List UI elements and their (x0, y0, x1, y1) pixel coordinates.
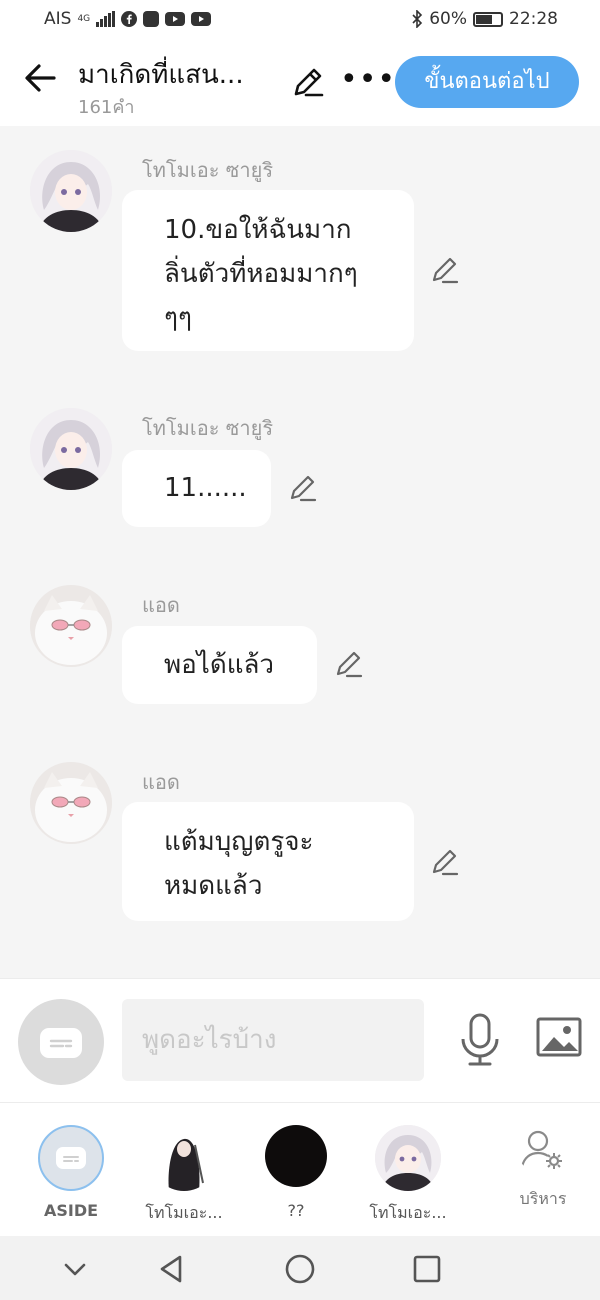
sender-name: โทโมเอะ ซายูริ (142, 158, 274, 182)
character-bar: ASIDE โทโมเอะ... ?? โทโมเอะ... บริหาร (0, 1102, 600, 1236)
youtube-icon (165, 12, 186, 26)
network-label: 4G (77, 14, 91, 24)
signal-icon (96, 11, 116, 27)
input-area (0, 978, 600, 1102)
sender-name: แอด (142, 593, 180, 617)
character-tomoe[interactable]: โทโมเอะ... (348, 1125, 468, 1226)
character-name: ASIDE (43, 1201, 99, 1220)
story-header: มาเกิดที่แสน... 161คำ ••• ขั้นตอนต่อไป (0, 40, 600, 126)
message-bubble[interactable]: พอได้แล้ว (122, 626, 317, 704)
character-tomoe-dark[interactable]: โทโมเอะ... (124, 1125, 244, 1226)
next-step-button[interactable]: ขั้นตอนต่อไป (395, 56, 579, 108)
recents-square-icon[interactable] (410, 1252, 444, 1286)
aside-toggle-button[interactable] (18, 999, 104, 1085)
character-aside[interactable]: ASIDE (11, 1125, 131, 1220)
message-bubble[interactable]: 10.ขอให้ฉันมาก ลิ่นตัวที่หอมมากๆ ๆๆ (122, 190, 414, 351)
bluetooth-icon (412, 10, 423, 28)
message-bubble[interactable]: แต้มบุญตรูจะ หมดแล้ว (122, 802, 414, 921)
status-bar: AIS 4G 60% 22:28 (0, 0, 600, 40)
girl-avatar (375, 1125, 441, 1191)
more-dots-icon[interactable]: ••• (340, 62, 396, 97)
pencil-icon[interactable] (287, 472, 319, 504)
back-arrow-icon[interactable] (22, 58, 58, 98)
cat-avatar[interactable] (30, 762, 112, 844)
microphone-icon[interactable] (458, 1013, 502, 1067)
character-name: โทโมเอะ... (369, 1203, 447, 1222)
girl-avatar[interactable] (30, 150, 112, 232)
message-text: แต้มบุญตรูจะ หมดแล้ว (164, 827, 314, 901)
black-circle-avatar (265, 1125, 327, 1187)
character-manage[interactable]: บริหาร (483, 1125, 600, 1212)
word-count: 161คำ (78, 97, 135, 118)
cat-avatar[interactable] (30, 585, 112, 667)
chevron-down-icon[interactable] (58, 1252, 92, 1286)
pencil-icon[interactable] (429, 254, 461, 286)
character-name: โทโมเอะ... (145, 1203, 223, 1222)
message-text: 11...... (164, 473, 247, 503)
character-unknown[interactable]: ?? (236, 1125, 356, 1220)
aside-chat-icon (40, 1028, 82, 1058)
battery-percent: 60% (429, 9, 467, 29)
dark-hair-avatar (151, 1125, 217, 1191)
story-title[interactable]: มาเกิดที่แสน... (78, 54, 244, 95)
carrier-label: AIS (44, 9, 72, 29)
message-bubble[interactable]: 11...... (122, 450, 271, 527)
girl-avatar[interactable] (30, 408, 112, 490)
sender-name: แอด (142, 770, 180, 794)
app-icon (143, 11, 160, 27)
youtube-icon (191, 12, 212, 26)
clock: 22:28 (509, 9, 558, 29)
user-settings-icon (518, 1125, 568, 1175)
message-text: พอได้แล้ว (164, 650, 275, 680)
back-triangle-icon[interactable] (154, 1252, 188, 1286)
sender-name: โทโมเอะ ซายูริ (142, 416, 274, 440)
pencil-icon[interactable] (429, 846, 461, 878)
image-icon[interactable] (536, 1017, 582, 1057)
aside-chat-icon (38, 1125, 104, 1191)
facebook-icon (121, 11, 138, 27)
pencil-icon[interactable] (290, 64, 326, 100)
pencil-icon[interactable] (333, 648, 365, 680)
system-nav-bar (0, 1236, 600, 1300)
character-name: ?? (287, 1201, 305, 1220)
home-circle-icon[interactable] (283, 1252, 317, 1286)
battery-icon (473, 11, 503, 27)
message-input[interactable] (122, 999, 424, 1081)
character-name: บริหาร (519, 1189, 567, 1208)
message-text: 10.ขอให้ฉันมาก ลิ่นตัวที่หอมมากๆ ๆๆ (164, 215, 358, 333)
